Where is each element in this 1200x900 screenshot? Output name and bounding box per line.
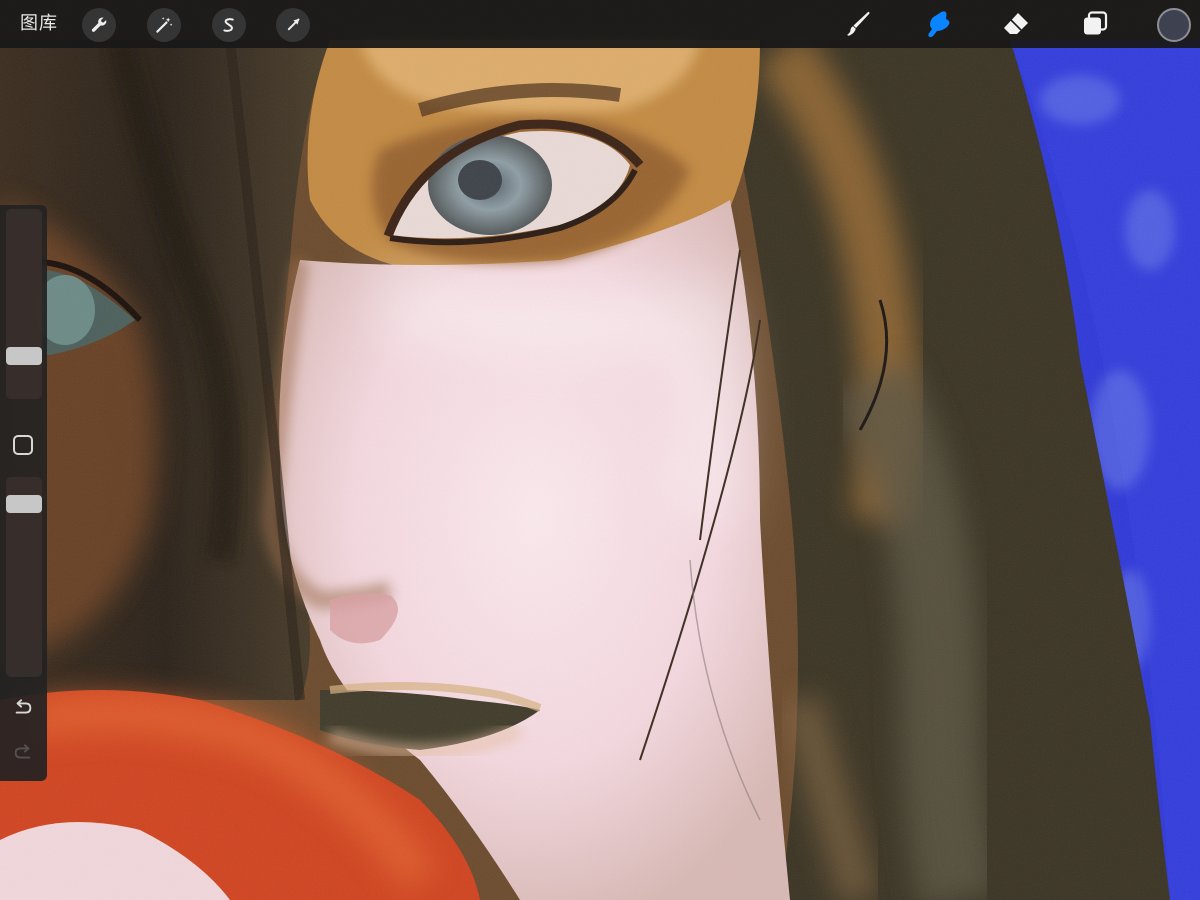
selection-button[interactable] (212, 8, 246, 42)
modify-button[interactable] (13, 435, 33, 455)
brush-button[interactable] (840, 6, 876, 42)
brush-size-slider[interactable] (6, 209, 42, 399)
adjustments-icon (156, 17, 173, 33)
transform-icon (287, 18, 300, 31)
opacity-slider[interactable] (6, 477, 42, 677)
adjustments-button[interactable] (147, 8, 181, 42)
eraser-button[interactable] (998, 6, 1034, 42)
opacity-thumb[interactable] (6, 495, 42, 513)
undo-button[interactable] (10, 695, 36, 721)
transform-button[interactable] (276, 8, 310, 42)
actions-button[interactable] (82, 8, 116, 42)
layers-button[interactable] (1077, 6, 1113, 42)
gallery-button[interactable]: 图库 (20, 12, 58, 36)
brush-icon (847, 11, 870, 36)
redo-icon (14, 744, 31, 759)
selection-icon (223, 18, 234, 32)
brush-size-thumb[interactable] (6, 347, 42, 365)
undo-icon (15, 699, 32, 714)
smudge-button[interactable] (920, 6, 956, 42)
left-sidebar (0, 205, 47, 781)
drawing-canvas[interactable] (0, 0, 1200, 900)
color-swatch[interactable] (1157, 8, 1191, 42)
layers-icon (1084, 11, 1108, 35)
smudge-icon (928, 11, 950, 38)
redo-button[interactable] (10, 740, 36, 766)
eraser-icon (1004, 13, 1028, 34)
top-toolbar: 图库 (0, 0, 1200, 48)
smudge-shape (928, 11, 950, 38)
actions-icon (91, 17, 107, 32)
